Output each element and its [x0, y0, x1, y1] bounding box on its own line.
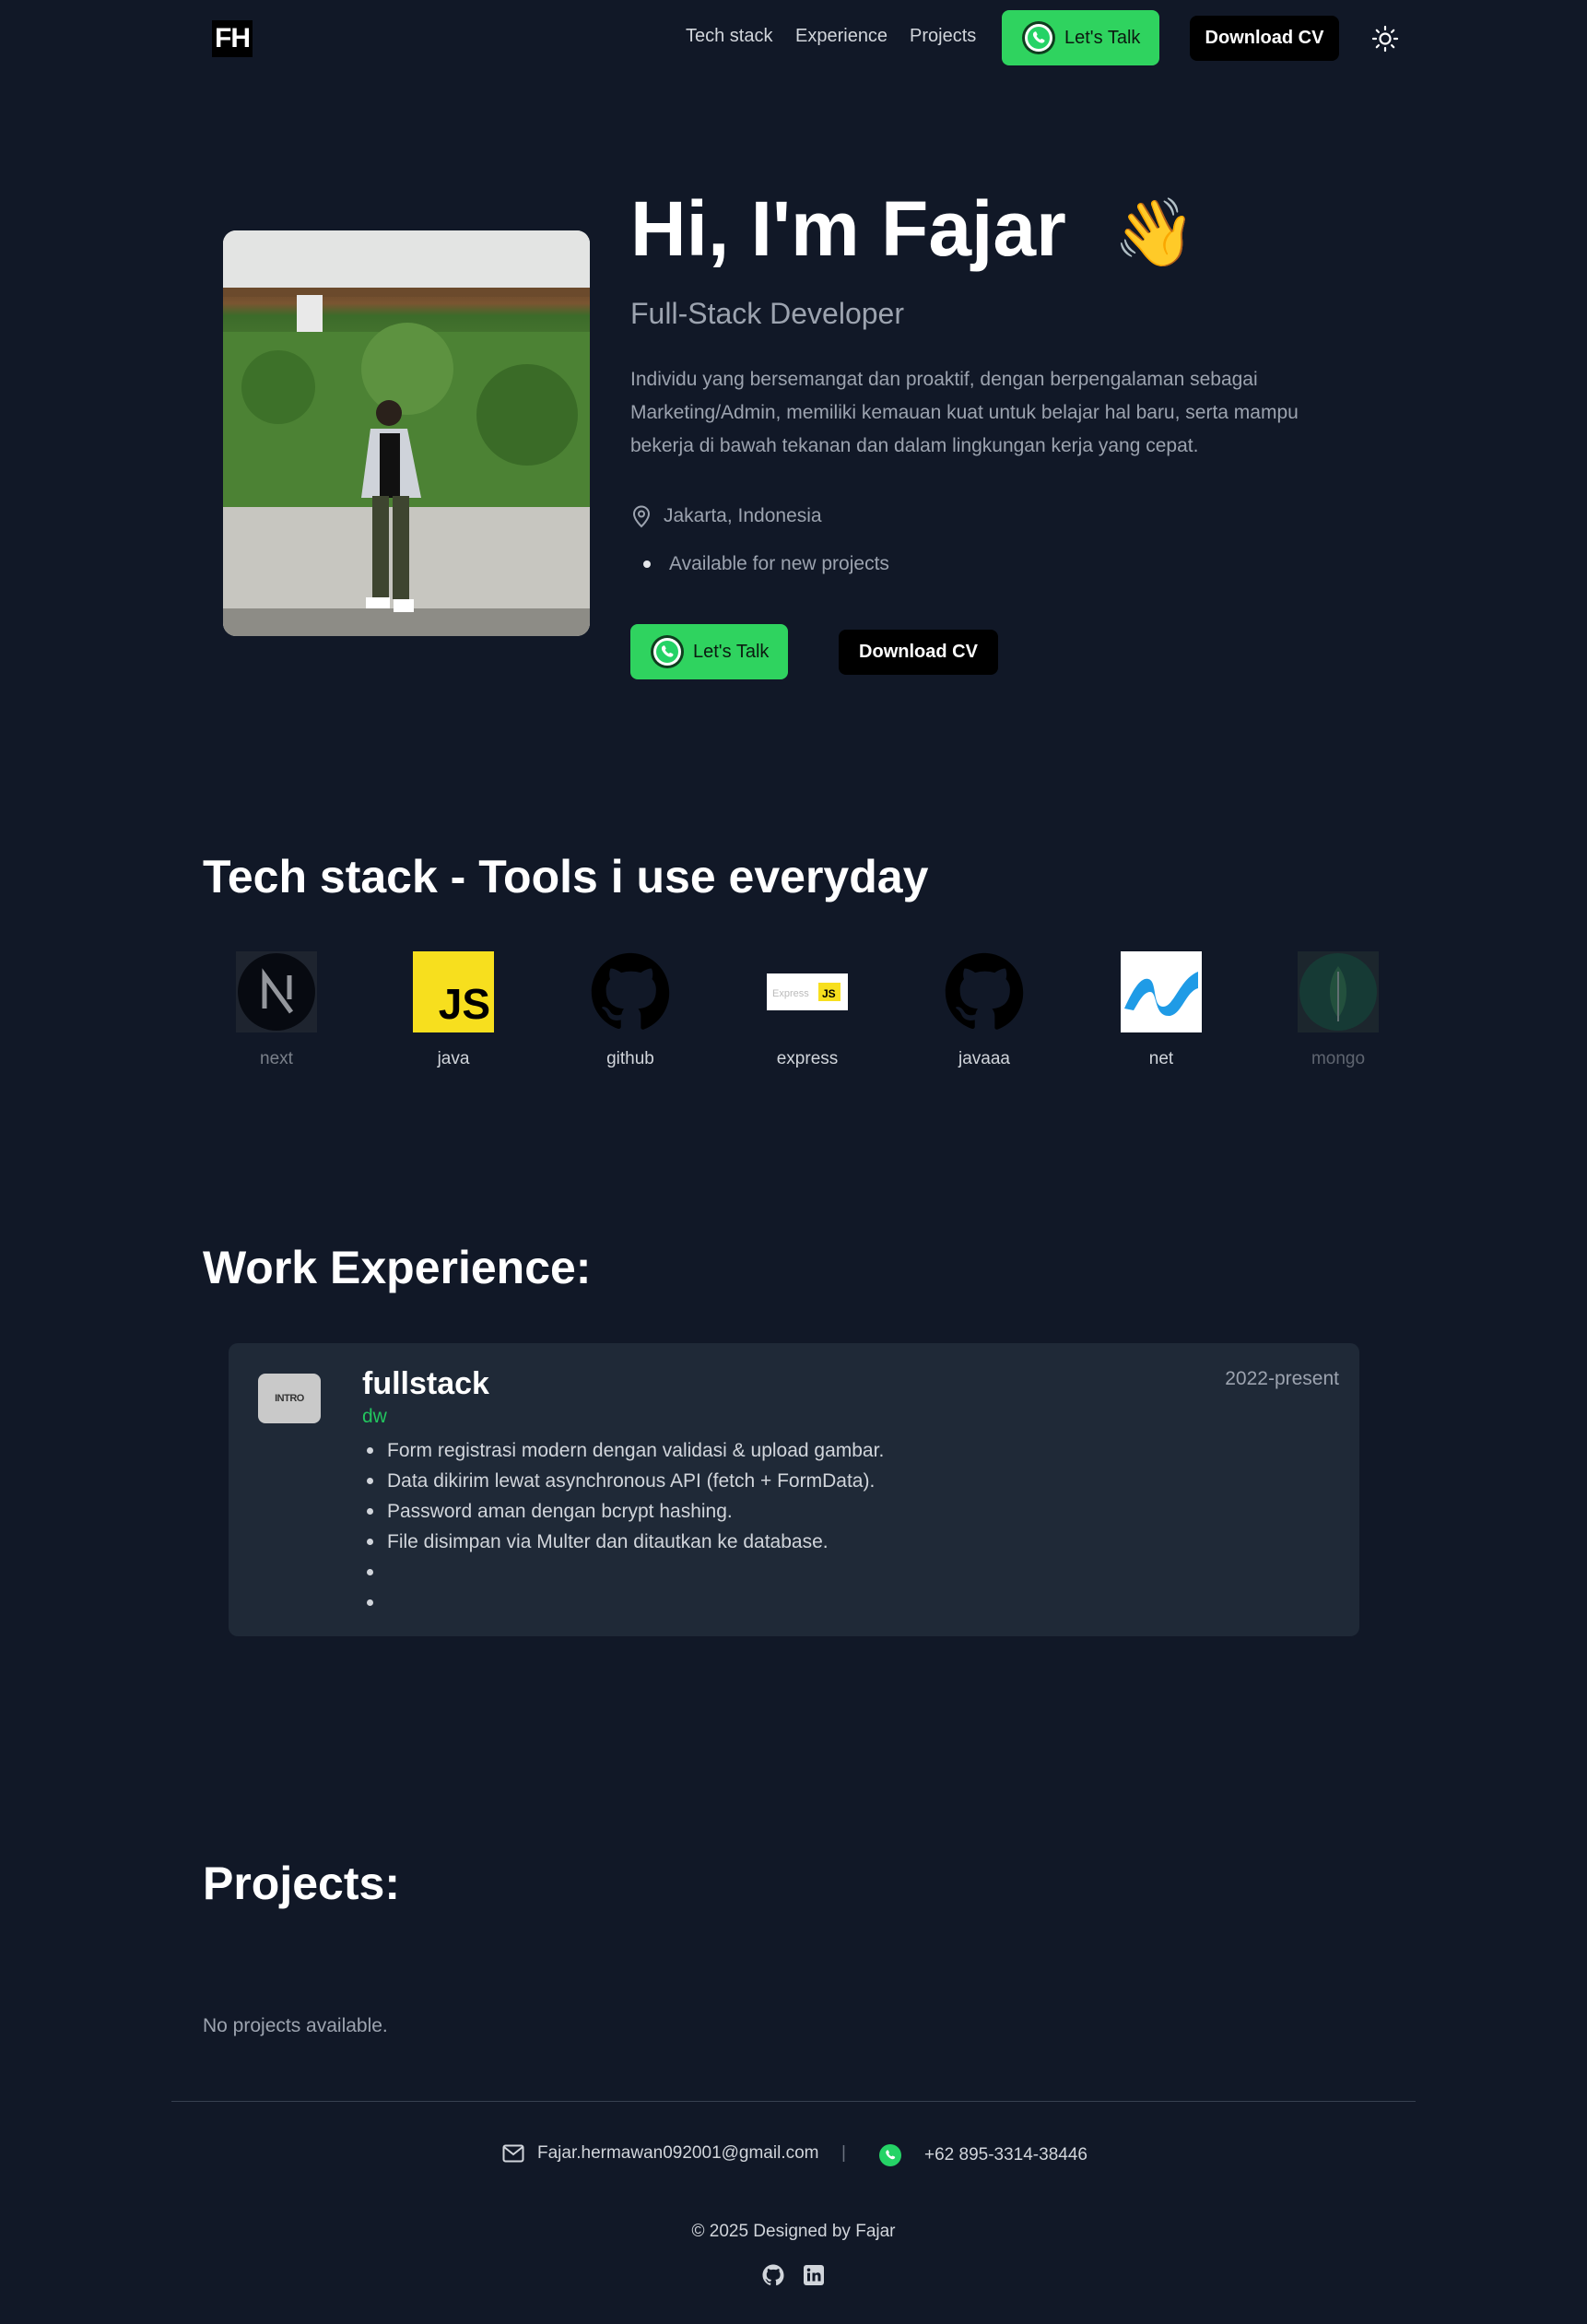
- mail-icon: [502, 2144, 524, 2163]
- tech-item-next: next: [226, 951, 327, 1069]
- github-icon: [590, 951, 671, 1032]
- tech-label: next: [260, 1049, 293, 1068]
- list-item: Form registrasi modern dengan validasi &…: [362, 1435, 884, 1466]
- tech-label: express: [776, 1049, 839, 1068]
- nav-link-experience[interactable]: Experience: [795, 26, 888, 47]
- tech-stack-title: Tech stack - Tools i use everyday: [203, 851, 929, 902]
- location-row: Jakarta, Indonesia: [630, 504, 822, 528]
- waving-hand-icon: 👋: [1113, 196, 1196, 270]
- hero-subtitle: Full-Stack Developer: [630, 297, 904, 330]
- availability-dot: [643, 560, 651, 568]
- site-logo[interactable]: FH: [212, 20, 253, 57]
- projects-empty-message: No projects available.: [203, 2015, 388, 2036]
- footer-divider: [171, 2101, 1416, 2102]
- tech-label: java: [437, 1049, 470, 1068]
- tech-item-express: Express JS express: [757, 951, 858, 1069]
- github-icon: [944, 951, 1025, 1032]
- whatsapp-icon: [651, 635, 684, 668]
- hero-download-cv-button[interactable]: Download CV: [839, 630, 998, 675]
- javascript-icon: JS: [413, 951, 494, 1032]
- tech-item-mongo: mongo: [1287, 951, 1389, 1069]
- svg-text:JS: JS: [822, 987, 836, 1000]
- profile-photo: [223, 230, 590, 636]
- header-download-cv-button[interactable]: Download CV: [1190, 16, 1339, 61]
- company-logo: INTRO: [258, 1374, 321, 1423]
- experience-points: Form registrasi modern dengan validasi &…: [362, 1435, 884, 1618]
- map-pin-icon: [632, 505, 651, 528]
- location-text: Jakarta, Indonesia: [664, 505, 822, 526]
- hero-download-cv-label: Download CV: [859, 642, 978, 662]
- theme-toggle-button[interactable]: [1370, 24, 1400, 53]
- nav-link-projects[interactable]: Projects: [910, 26, 976, 47]
- tech-label: mongo: [1311, 1049, 1366, 1068]
- tech-label: github: [606, 1049, 654, 1068]
- footer-phone[interactable]: +62 895-3314-38446: [878, 2143, 1087, 2167]
- hero-title-text: Hi, I'm Fajar: [630, 185, 1066, 272]
- header-download-cv-label: Download CV: [1205, 28, 1324, 48]
- express-icon: Express JS: [767, 951, 848, 1032]
- experience-title: Work Experience:: [203, 1242, 592, 1293]
- list-item: [362, 1587, 884, 1618]
- github-icon: [762, 2264, 784, 2286]
- tech-label: net: [1148, 1049, 1174, 1068]
- nextjs-icon: [236, 951, 317, 1032]
- hero-title: Hi, I'm Fajar 👋: [630, 184, 1196, 274]
- footer-phone-text: +62 895-3314-38446: [924, 2145, 1087, 2165]
- hero-lets-talk-label: Let's Talk: [693, 641, 770, 662]
- availability-row: Available for new projects: [630, 553, 889, 575]
- projects-title: Projects:: [203, 1858, 400, 1909]
- whatsapp-icon: [879, 2144, 901, 2166]
- experience-company: dw: [362, 1406, 387, 1427]
- header-lets-talk-button[interactable]: Let's Talk: [1002, 10, 1159, 65]
- list-item: Password aman dengan bcrypt hashing.: [362, 1496, 884, 1527]
- linkedin-icon: [804, 2265, 824, 2285]
- mongodb-icon: [1298, 951, 1379, 1032]
- list-item: File disimpan via Multer dan ditautkan k…: [362, 1527, 884, 1557]
- tech-item-github: github: [580, 951, 681, 1069]
- copyright-text: © 2025 Designed by Fajar: [691, 2222, 896, 2241]
- footer-github-link[interactable]: [762, 2264, 784, 2286]
- footer-email-text: Fajar.hermawan092001@gmail.com: [537, 2143, 819, 2163]
- footer-separator: |: [841, 2143, 846, 2163]
- experience-role: fullstack: [362, 1366, 489, 1401]
- tech-item-net: net: [1111, 951, 1212, 1069]
- hero-lets-talk-button[interactable]: Let's Talk: [630, 624, 788, 679]
- footer-linkedin-link[interactable]: [803, 2264, 825, 2286]
- tech-item-javaaa: javaaa: [934, 951, 1035, 1069]
- experience-period: 2022-present: [1225, 1368, 1339, 1389]
- experience-card: INTRO fullstack dw 2022-present Form reg…: [229, 1343, 1359, 1636]
- footer-email[interactable]: Fajar.hermawan092001@gmail.com: [502, 2143, 819, 2164]
- availability-text: Available for new projects: [669, 553, 889, 574]
- sun-icon: [1371, 25, 1399, 53]
- dotnet-icon: [1121, 951, 1202, 1032]
- list-item: Data dikirim lewat asynchronous API (fet…: [362, 1466, 884, 1496]
- nav-link-tech-stack[interactable]: Tech stack: [686, 26, 772, 47]
- header-lets-talk-label: Let's Talk: [1064, 27, 1141, 48]
- tech-item-java: JS java: [403, 951, 504, 1069]
- hero-description: Individu yang bersemangat dan proaktif, …: [630, 369, 1299, 456]
- list-item: [362, 1557, 884, 1587]
- tech-label: javaaa: [958, 1049, 1010, 1068]
- svg-text:Express: Express: [772, 988, 809, 999]
- whatsapp-icon: [1022, 21, 1055, 54]
